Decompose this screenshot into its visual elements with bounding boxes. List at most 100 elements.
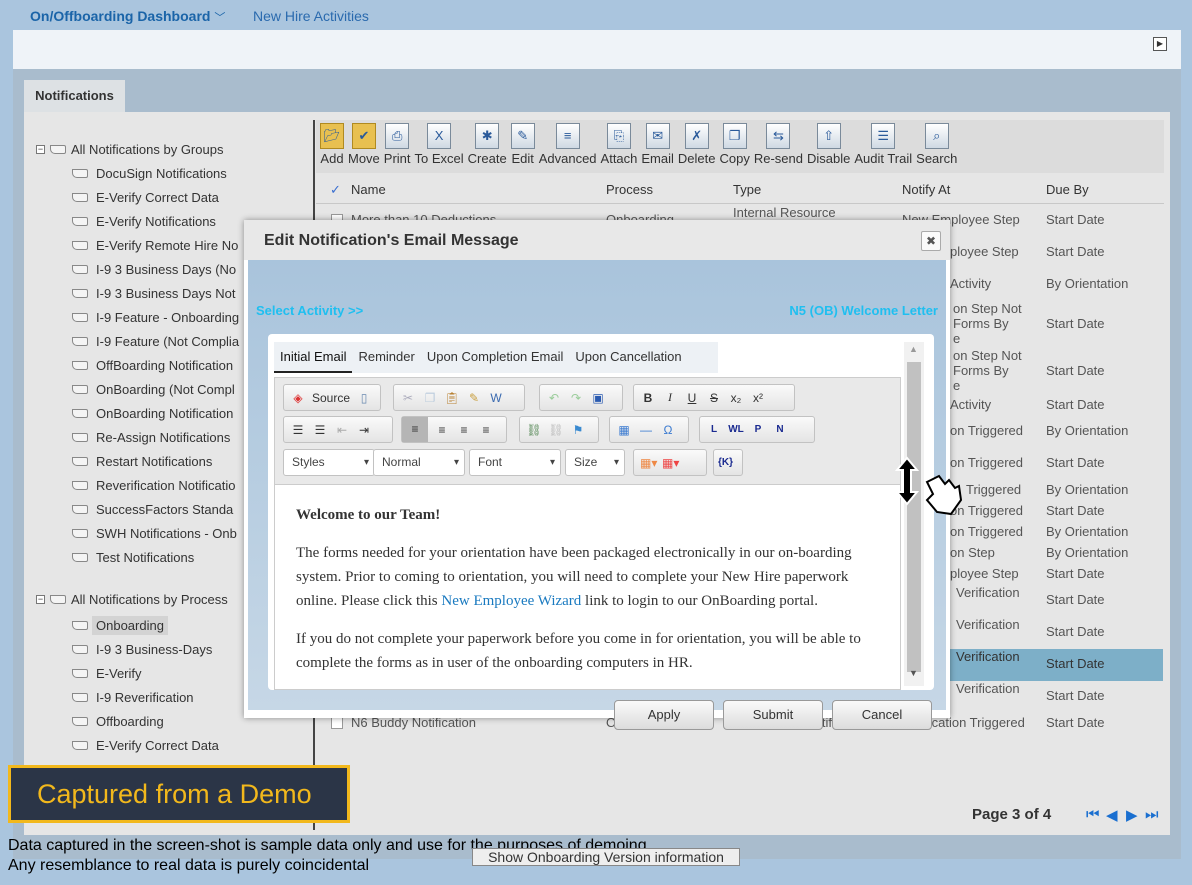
preview-icon[interactable]: ▯ <box>356 391 372 405</box>
toolbar-attach[interactable]: ⎘ Attach <box>599 120 640 173</box>
link-icon[interactable]: ⛓ <box>526 423 542 437</box>
new-hire-activities-link[interactable]: New Hire Activities <box>253 8 369 24</box>
prev-page-icon[interactable]: ◀ <box>1106 806 1118 824</box>
align-group: ≡ ≡ ≡ ≡ <box>401 416 507 443</box>
col-name[interactable]: Name <box>351 182 386 197</box>
subscript-icon[interactable]: x₂ <box>728 391 744 405</box>
text-color-icon[interactable]: ▦▾ <box>640 456 657 470</box>
bold-icon[interactable]: B <box>640 391 656 405</box>
notification-icon <box>72 481 88 490</box>
indent-icon[interactable]: ⇥ <box>356 423 372 437</box>
tree-item[interactable]: E-Verify Correct Data <box>72 736 312 755</box>
underline-icon[interactable]: U <box>684 391 700 405</box>
toolbar-move[interactable]: ✔ Move <box>346 120 382 173</box>
bullet-list-icon[interactable]: ☰ <box>312 423 328 437</box>
toolbar-edit[interactable]: ✎ Edit <box>509 120 537 173</box>
field-group: {K} <box>713 449 743 476</box>
styles-dropdown[interactable]: Styles <box>283 449 375 476</box>
toolbar-delete[interactable]: ✗ Delete <box>676 120 718 173</box>
close-icon[interactable]: ✖ <box>921 231 941 251</box>
insert-field-button[interactable]: {K} <box>718 457 733 468</box>
unlink-icon[interactable]: ⛓ <box>548 423 564 437</box>
tree-groups-header[interactable]: − All Notifications by Groups <box>36 142 223 157</box>
dashboard-menu[interactable]: On/Offboarding Dashboard ﹀ <box>30 8 225 25</box>
anchor-flag-icon[interactable]: ⚑ <box>570 423 586 437</box>
row-notify-at: Verification <box>956 585 1020 600</box>
email-body-editor[interactable]: Welcome to our Team! The forms needed fo… <box>274 485 901 690</box>
bg-color-icon[interactable]: ▦▾ <box>662 456 679 470</box>
justify-icon[interactable]: ≡ <box>478 423 494 437</box>
strikethrough-icon[interactable]: S <box>706 391 722 405</box>
italic-icon[interactable]: I <box>662 390 678 405</box>
tree-process-header[interactable]: − All Notifications by Process <box>36 592 228 607</box>
outdent-icon[interactable]: ⇤ <box>334 423 350 437</box>
tab-upon-completion-email[interactable]: Upon Completion Email <box>421 342 570 373</box>
collapse-icon[interactable]: − <box>36 145 45 154</box>
toolbar-audit-trail[interactable]: ☰ Audit Trail <box>852 120 914 173</box>
col-type[interactable]: Type <box>733 182 761 197</box>
format-dropdown[interactable]: Normal <box>373 449 465 476</box>
table-icon[interactable]: ▦ <box>616 423 632 437</box>
paste-text-icon[interactable]: ✎ <box>466 391 482 405</box>
col-due-by[interactable]: Due By <box>1046 182 1089 197</box>
link-l-icon[interactable]: L <box>706 424 722 435</box>
align-right-icon[interactable]: ≡ <box>456 423 472 437</box>
toolbar-advanced[interactable]: ≡ Advanced <box>537 120 599 173</box>
source-icon[interactable]: ◈ <box>290 391 306 405</box>
toolbar-add[interactable]: 📂︎ Add <box>318 120 346 173</box>
scroll-up-icon[interactable]: ▲ <box>909 344 918 354</box>
tree-item[interactable]: E-Verify Correct Data <box>72 190 312 205</box>
special-char-omega-icon[interactable]: Ω <box>660 423 676 437</box>
first-page-icon[interactable]: ⏮ <box>1086 806 1100 823</box>
select-activity-link[interactable]: Select Activity >> <box>256 303 363 318</box>
apply-button[interactable]: Apply <box>614 700 714 730</box>
toolbar-disable[interactable]: ⇧ Disable <box>805 120 852 173</box>
source-button[interactable]: Source <box>312 391 350 405</box>
toolbar-create[interactable]: ✱ Create <box>466 120 509 173</box>
paste-word-icon[interactable]: W <box>488 391 504 405</box>
link-p-icon[interactable]: P <box>750 424 766 435</box>
toolbar-print[interactable]: ⎙ Print <box>382 120 413 173</box>
link-wl-icon[interactable]: WL <box>728 424 744 435</box>
version-info-button[interactable]: Show Onboarding Version information <box>472 848 740 866</box>
col-notify-at[interactable]: Notify At <box>902 182 950 197</box>
toolbar-to-excel[interactable]: X To Excel <box>413 120 466 173</box>
row-type: Internal Resource <box>733 205 836 220</box>
cut-icon[interactable]: ✂ <box>400 391 416 405</box>
toolbar-email[interactable]: ✉ Email <box>639 120 676 173</box>
font-dropdown[interactable]: Font <box>469 449 561 476</box>
undo-icon[interactable]: ↶ <box>546 391 562 405</box>
row-checkbox[interactable] <box>331 717 343 729</box>
tab-initial-email[interactable]: Initial Email <box>274 342 353 373</box>
tree-item[interactable]: DocuSign Notifications <box>72 166 312 181</box>
tab-upon-cancellation[interactable]: Upon Cancellation <box>569 342 687 373</box>
horizontal-rule-icon[interactable]: — <box>638 423 654 437</box>
align-left-icon[interactable]: ≡ <box>402 417 428 442</box>
scroll-down-icon[interactable]: ▼ <box>909 668 918 678</box>
last-page-icon[interactable]: ⏭ <box>1145 806 1159 823</box>
play-icon[interactable]: ▶ <box>1153 37 1167 51</box>
select-all-check-icon[interactable]: ✓ <box>330 182 341 198</box>
align-center-icon[interactable]: ≡ <box>434 423 450 437</box>
superscript-icon[interactable]: x² <box>750 391 766 405</box>
notification-icon <box>72 741 88 750</box>
size-dropdown[interactable]: Size <box>565 449 625 476</box>
tab-reminder[interactable]: Reminder <box>352 342 420 373</box>
toolbar-re-send[interactable]: ⇆ Re-send <box>752 120 805 173</box>
next-page-icon[interactable]: ▶ <box>1126 806 1138 824</box>
cancel-button[interactable]: Cancel <box>832 700 932 730</box>
format-group: B I U Sx₂ x² <box>633 384 795 411</box>
link-n-icon[interactable]: N <box>772 424 788 435</box>
col-process[interactable]: Process <box>606 182 653 197</box>
redo-icon[interactable]: ↷ <box>568 391 584 405</box>
collapse-icon[interactable]: − <box>36 595 45 604</box>
toolbar-search[interactable]: ⌕ Search <box>914 120 959 173</box>
new-employee-wizard-link[interactable]: New Employee Wizard <box>441 593 581 609</box>
copy-icon[interactable]: ❐ <box>422 391 438 405</box>
numbered-list-icon[interactable]: ☰ <box>290 423 306 437</box>
submit-button[interactable]: Submit <box>723 700 823 730</box>
toolbar-copy[interactable]: ❐ Copy <box>717 120 751 173</box>
paste-icon[interactable]: 📋︎ <box>444 391 460 405</box>
html-icon[interactable]: ▣ <box>590 391 606 405</box>
tab-notifications[interactable]: Notifications <box>24 80 125 112</box>
